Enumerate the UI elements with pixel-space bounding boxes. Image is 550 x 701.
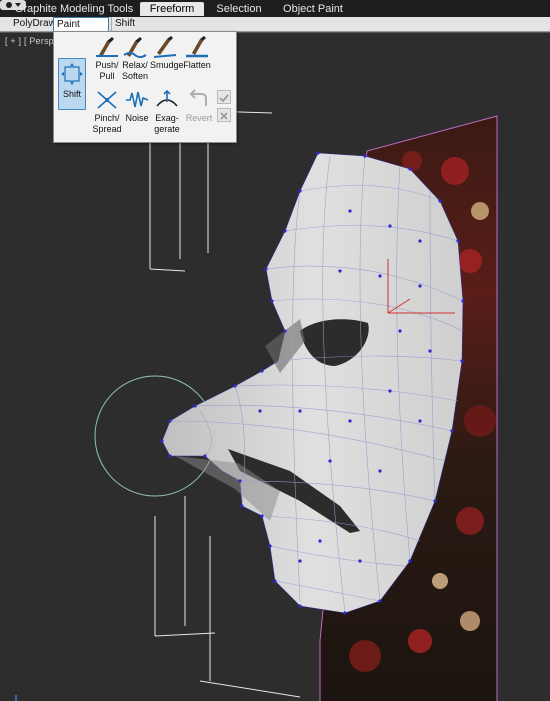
exaggerate-label-1: Exag- (155, 113, 179, 123)
revert-icon (189, 89, 207, 106)
pinch-spread-label-2: Spread (92, 124, 122, 134)
revert-button: Revert (184, 88, 214, 123)
push-pull-label-1: Push/ (95, 60, 119, 70)
tab-object-paint[interactable]: Object Paint (280, 2, 346, 16)
ribbon-tab-bar: Graphite Modeling Tools Freeform Selecti… (0, 0, 550, 18)
relax-soften-label-2: Soften (121, 71, 149, 81)
subtab-bar: PolyDraw Paint Deform Shift Options (0, 17, 550, 44)
paint-deform-panel: Shift Push/ Pull Relax/ Soften Smudge Fl… (53, 31, 237, 143)
push-pull-icon (96, 37, 118, 57)
app-window: { "ribbon": { "tabs": [ {"label": "Graph… (0, 0, 550, 701)
subtab-paint-deform[interactable]: Paint Deform (53, 17, 109, 44)
commit-button[interactable] (217, 90, 231, 104)
noise-button[interactable]: Noise (122, 88, 152, 123)
exaggerate-button[interactable]: Exag- gerate (152, 88, 182, 134)
subtab-polydraw[interactable]: PolyDraw (10, 17, 56, 31)
smudge-label: Smudge (150, 60, 184, 70)
exaggerate-icon (156, 89, 178, 107)
relax-soften-icon (123, 37, 147, 58)
smudge-button[interactable]: Smudge (150, 35, 184, 70)
flatten-button[interactable]: Flatten (182, 35, 212, 70)
tab-freeform[interactable]: Freeform (140, 2, 204, 16)
noise-icon (126, 91, 149, 108)
shift-label: Shift (62, 89, 81, 99)
revert-label: Revert (185, 113, 213, 123)
checkmark-icon (219, 94, 229, 103)
chevron-down-icon (15, 3, 21, 7)
pinch-spread-icon (97, 91, 117, 109)
pinch-spread-label-1: Pinch/ (94, 113, 120, 123)
smudge-icon (153, 36, 177, 58)
axis-tripod-icon (15, 695, 17, 701)
noise-label: Noise (125, 113, 149, 123)
relax-soften-label-1: Relax/ (122, 60, 148, 70)
circle-icon (6, 2, 12, 8)
flatten-icon (186, 36, 208, 58)
close-icon (220, 112, 228, 120)
cancel-button[interactable] (217, 108, 231, 122)
tab-selection[interactable]: Selection (208, 2, 270, 16)
shift-button[interactable]: Shift (58, 58, 86, 110)
shift-icon (61, 63, 83, 85)
subtab-shift-options[interactable]: Shift Options (111, 17, 169, 43)
tab-graphite-modeling-tools[interactable]: Graphite Modeling Tools (10, 2, 138, 16)
flatten-label: Flatten (183, 60, 211, 70)
exaggerate-label-2: gerate (154, 124, 180, 134)
push-pull-button[interactable]: Push/ Pull (92, 35, 122, 81)
push-pull-label-2: Pull (99, 71, 115, 81)
relax-soften-button[interactable]: Relax/ Soften (120, 35, 150, 81)
pinch-spread-button[interactable]: Pinch/ Spread (92, 88, 122, 134)
